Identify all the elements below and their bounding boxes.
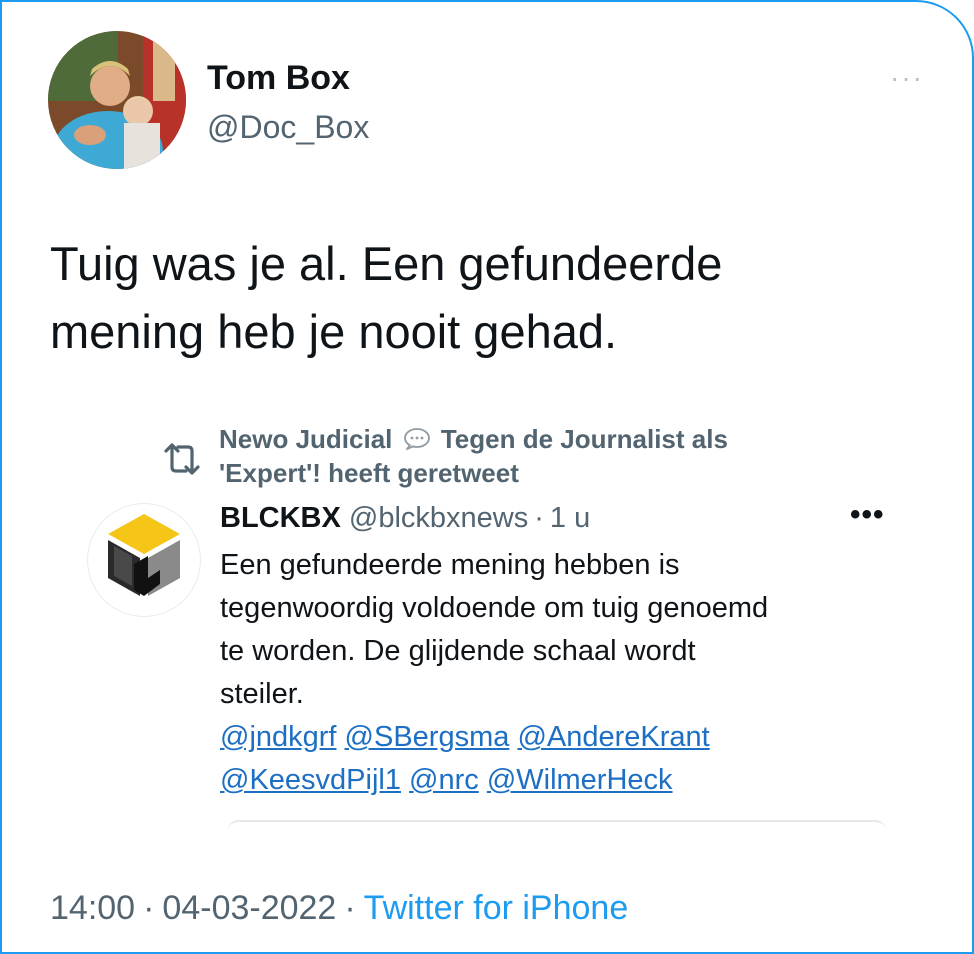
more-options-icon[interactable]: ···	[890, 62, 924, 94]
retweet-icon	[164, 443, 200, 475]
tweet-footer: 14:00 · 04-03-2022 · Twitter for iPhone	[50, 889, 628, 928]
quoted-author-name[interactable]: BLCKBX	[220, 502, 341, 534]
retweeter-name-part: Tegen de Journalist als	[440, 424, 728, 454]
author-handle[interactable]: @Doc_Box	[207, 109, 369, 146]
avatar-photo	[48, 31, 186, 169]
mention-link[interactable]: @KeesvdPijl1	[220, 764, 401, 796]
retweeted-label: 'Expert'! heeft geretweet	[219, 458, 519, 488]
avatar[interactable]	[48, 31, 186, 169]
blckbx-logo[interactable]	[88, 504, 200, 616]
mention-link[interactable]: @jndkgrf	[220, 721, 336, 753]
quoted-more-icon[interactable]: •••	[850, 498, 885, 532]
separator-dot: ·	[534, 502, 544, 534]
mentions-line: @KeesvdPijl1 @nrc @WilmerHeck	[220, 759, 920, 802]
quoted-text-line: tegenwoordig voldoende om tuig genoemd	[220, 592, 769, 624]
quoted-author-handle[interactable]: @blckbxnews	[349, 502, 528, 534]
tweet-card: Tom Box @Doc_Box ··· Tuig was je al. Een…	[0, 0, 974, 954]
retweeter-name-part: Newo Judicial	[219, 424, 393, 454]
quoted-text-line: steiler.	[220, 678, 304, 710]
quoted-tweet-text: Een gefundeerde mening hebben is tegenwo…	[220, 544, 920, 802]
retweet-context[interactable]: Newo Judicial Tegen de Journalist als 'E…	[219, 422, 879, 490]
mention-link[interactable]: @WilmerHeck	[487, 764, 673, 796]
quoted-text-line: te worden. De glijdende schaal wordt	[220, 635, 696, 667]
mentions-line: @jndkgrf @SBergsma @AndereKrant	[220, 716, 920, 759]
tweet-text-line: Tuig was je al. Een gefundeerde	[50, 237, 723, 290]
tweet-text: Tuig was je al. Een gefundeerde mening h…	[50, 230, 930, 366]
separator-dot: ·	[344, 889, 356, 927]
tweet-time[interactable]: 14:00	[50, 889, 135, 927]
quoted-time[interactable]: 1 u	[550, 502, 590, 534]
author-name[interactable]: Tom Box	[207, 59, 350, 98]
mention-link[interactable]: @SBergsma	[345, 721, 510, 753]
tweet-date[interactable]: 04-03-2022	[162, 889, 336, 927]
speech-bubble-icon	[403, 428, 430, 450]
tweet-text-line: mening heb je nooit gehad.	[50, 305, 618, 358]
tweet-source-link[interactable]: Twitter for iPhone	[364, 889, 629, 927]
mention-link[interactable]: @AndereKrant	[517, 721, 709, 753]
quoted-text-line: Een gefundeerde mening hebben is	[220, 549, 680, 581]
quoted-tweet-header[interactable]: BLCKBX @blckbxnews · 1 u	[220, 502, 590, 535]
mention-link[interactable]: @nrc	[409, 764, 479, 796]
blckbx-logo-mark	[108, 514, 180, 596]
quoted-card-border	[227, 820, 887, 834]
separator-dot: ·	[143, 889, 155, 927]
